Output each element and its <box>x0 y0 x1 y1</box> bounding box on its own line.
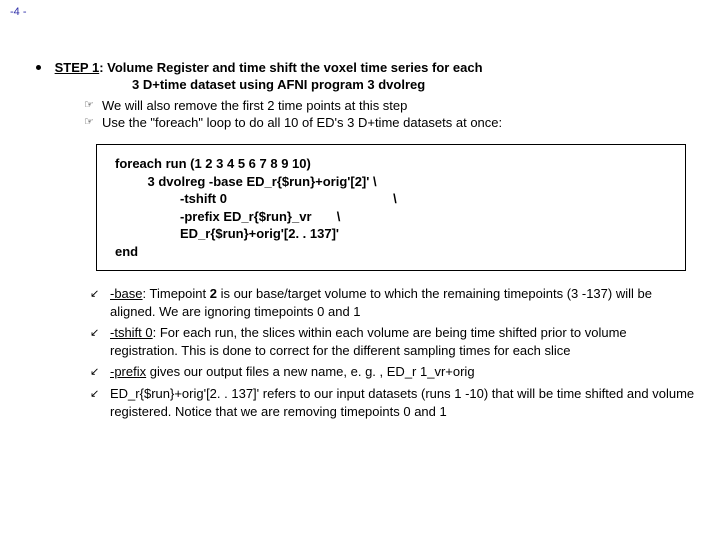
code-line-3: -tshift 0 \ <box>115 191 397 206</box>
arrow-icon: ↙ <box>90 385 110 420</box>
note-3: ↙ -prefix gives our output files a new n… <box>90 363 696 381</box>
step-text-1: : Volume Register and time shift the vox… <box>99 60 482 75</box>
program-name: 3 dvolreg <box>367 77 425 92</box>
code-line-1: foreach run (1 2 3 4 5 6 7 8 9 10) <box>115 156 311 171</box>
note-2-rest: : For each run, the slices within each v… <box>110 325 627 358</box>
code-line-6: end <box>115 244 138 259</box>
note-3-rest: gives our output files a new name, e. g.… <box>146 364 474 379</box>
note-4: ↙ ED_r{$run}+orig'[2. . 137]' refers to … <box>90 385 696 420</box>
hand-icon: ☞ <box>84 115 102 130</box>
note-4-text: ED_r{$run}+orig'[2. . 137]' refers to ou… <box>110 385 696 420</box>
sub-bullet-1: ☞ We will also remove the first 2 time p… <box>84 98 696 113</box>
sub-bullet-2-text: Use the "foreach" loop to do all 10 of E… <box>102 115 502 130</box>
hand-icon: ☞ <box>84 98 102 113</box>
sub-bullet-1-text: We will also remove the first 2 time poi… <box>102 98 407 113</box>
note-2: ↙ -tshift 0: For each run, the slices wi… <box>90 324 696 359</box>
note-1-key: -base <box>110 286 143 301</box>
arrow-icon: ↙ <box>90 363 110 381</box>
sub-bullet-list: ☞ We will also remove the first 2 time p… <box>84 98 696 130</box>
step-heading-line1: STEP 1: Volume Register and time shift t… <box>36 60 696 75</box>
page-number: -4 - <box>10 6 27 18</box>
bullet-icon <box>36 65 41 70</box>
sub-bullet-2: ☞ Use the "foreach" loop to do all 10 of… <box>84 115 696 130</box>
note-2-key: -tshift 0 <box>110 325 153 340</box>
arrow-icon: ↙ <box>90 324 110 359</box>
notes-list: ↙ -base: Timepoint 2 is our base/target … <box>90 285 696 420</box>
note-1-text: -base: Timepoint 2 is our base/target vo… <box>110 285 696 320</box>
note-3-key: -prefix <box>110 364 146 379</box>
step-text-2: 3 D+time dataset using AFNI program <box>132 77 367 92</box>
note-1-bold: 2 <box>210 286 217 301</box>
note-1: ↙ -base: Timepoint 2 is our base/target … <box>90 285 696 320</box>
step-heading-line2: 3 D+time dataset using AFNI program 3 dv… <box>132 77 696 92</box>
note-1-mid: : Timepoint <box>143 286 210 301</box>
note-2-text: -tshift 0: For each run, the slices with… <box>110 324 696 359</box>
code-line-2: 3 dvolreg -base ED_r{$run}+orig'[2]' \ <box>115 174 377 189</box>
slide-content: STEP 1: Volume Register and time shift t… <box>36 60 696 424</box>
arrow-icon: ↙ <box>90 285 110 320</box>
code-line-4: -prefix ED_r{$run}_vr \ <box>115 209 340 224</box>
step-label: STEP 1 <box>55 60 100 75</box>
code-line-5: ED_r{$run}+orig'[2. . 137]' <box>115 226 339 241</box>
note-3-text: -prefix gives our output files a new nam… <box>110 363 475 381</box>
code-block: foreach run (1 2 3 4 5 6 7 8 9 10) 3 dvo… <box>96 144 686 271</box>
